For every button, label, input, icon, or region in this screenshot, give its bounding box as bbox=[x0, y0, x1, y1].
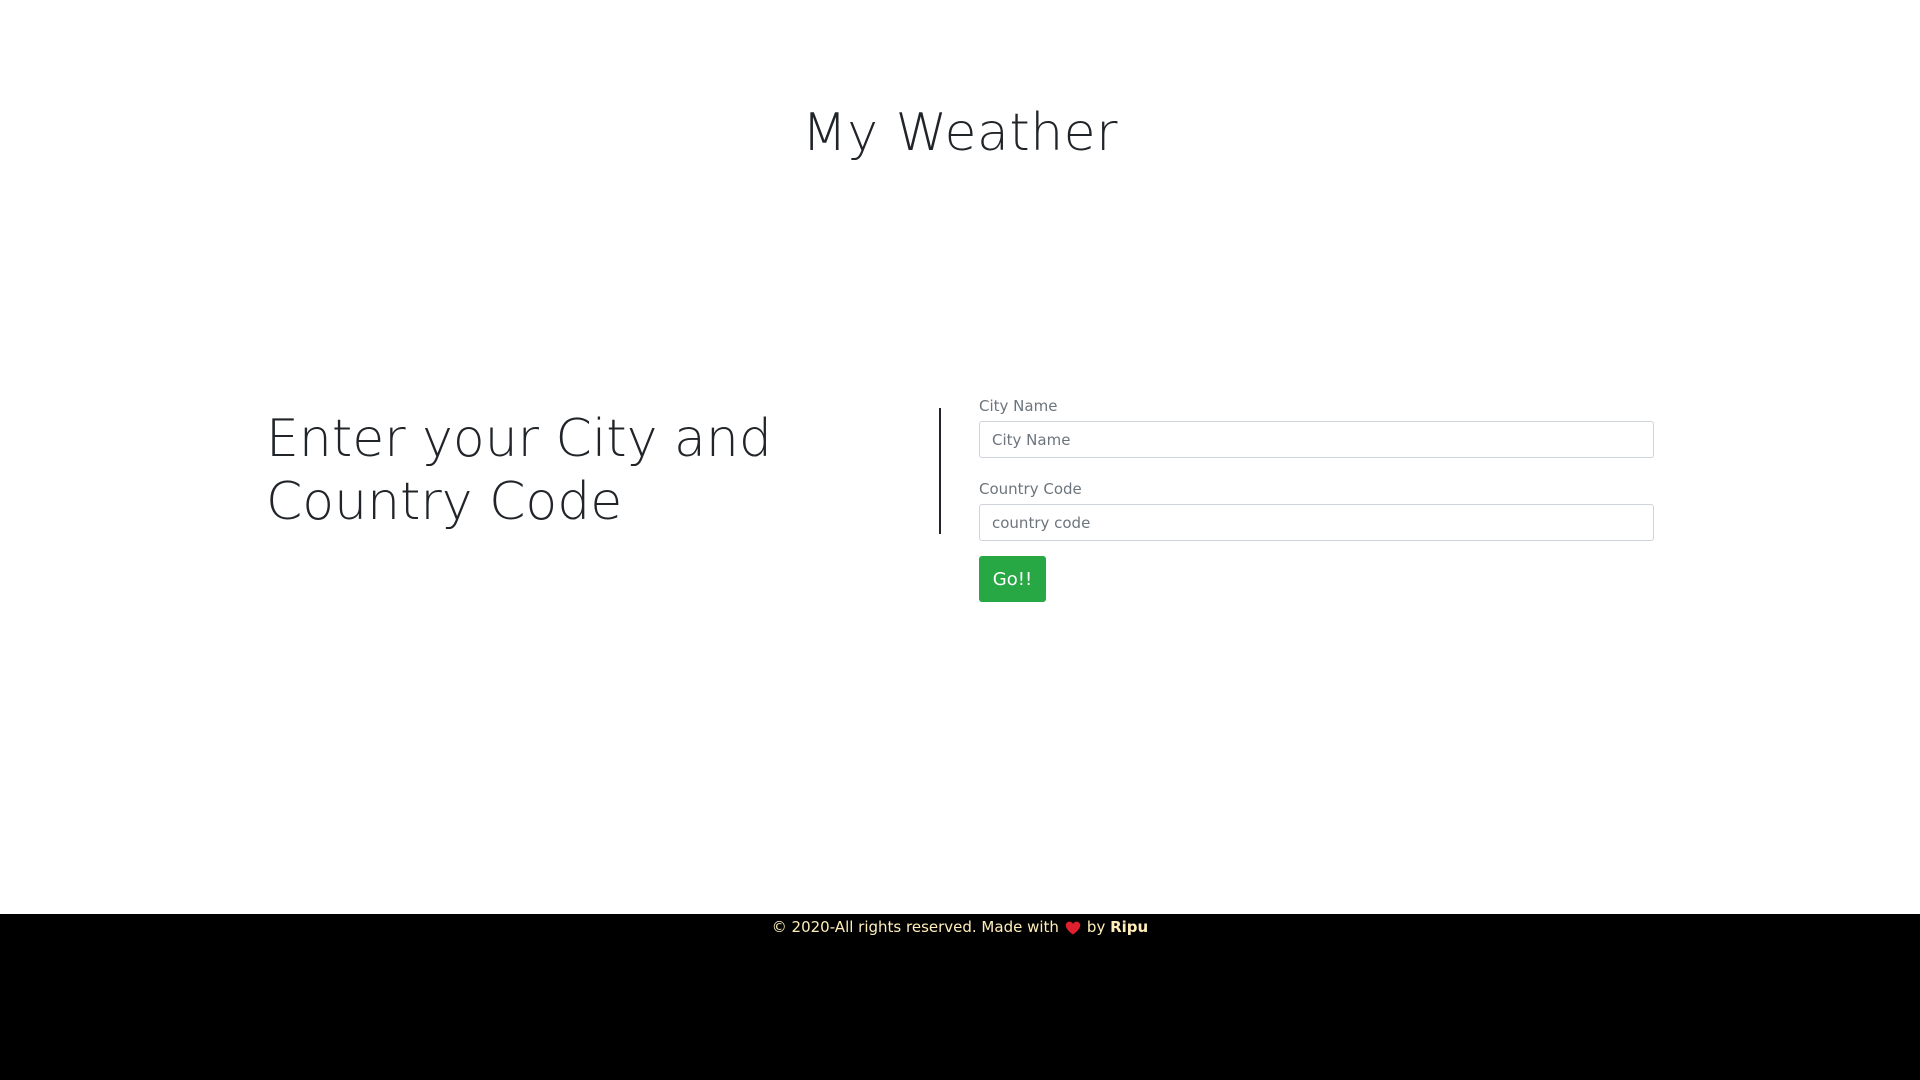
instruction-heading: Enter your City and Country Code bbox=[266, 409, 772, 532]
country-code-label: Country Code bbox=[979, 480, 1082, 498]
city-name-input[interactable] bbox=[979, 421, 1654, 458]
city-name-label: City Name bbox=[979, 397, 1058, 415]
vertical-divider bbox=[939, 408, 941, 534]
author-name: Ripu bbox=[1110, 918, 1149, 936]
weather-form: City Name Country Code Go!! bbox=[979, 397, 1654, 602]
copyright-text: © 2020-All rights reserved. Made with bbox=[771, 918, 1059, 936]
country-code-input[interactable] bbox=[979, 504, 1654, 541]
footer-text: © 2020-All rights reserved. Made with by… bbox=[0, 914, 1920, 938]
page: My Weather Enter your City and Country C… bbox=[0, 0, 1920, 1080]
by-text: by bbox=[1086, 918, 1106, 936]
heart-icon bbox=[1065, 921, 1081, 934]
page-title: My Weather bbox=[801, 103, 1119, 163]
go-button[interactable]: Go!! bbox=[979, 556, 1046, 602]
footer: © 2020-All rights reserved. Made with by… bbox=[0, 914, 1920, 1080]
